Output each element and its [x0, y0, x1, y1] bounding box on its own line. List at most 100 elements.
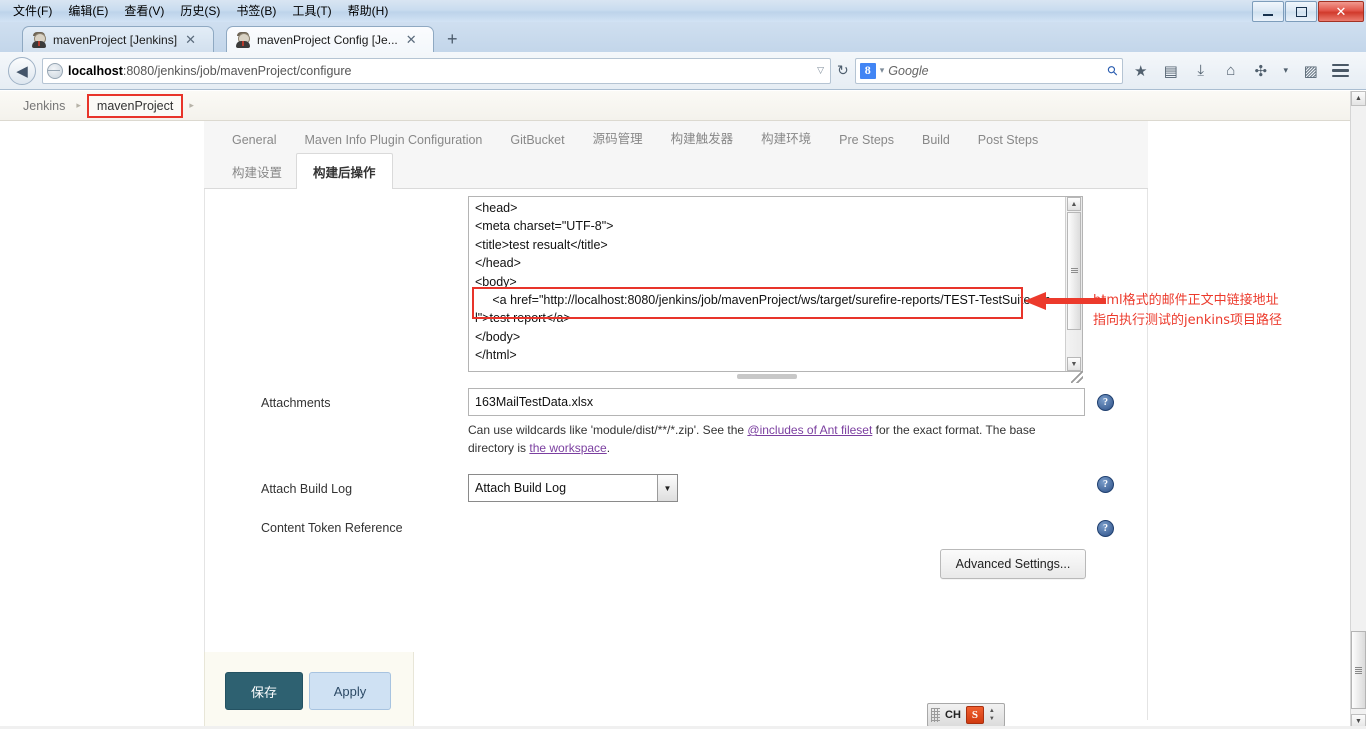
menu-edit[interactable]: 编辑(E) — [61, 1, 115, 21]
attachments-label: Attachments — [261, 396, 331, 410]
menu-bookmarks[interactable]: 书签(B) — [229, 1, 283, 21]
browser-tab-1[interactable]: mavenProject [Jenkins] ✕ — [22, 26, 214, 52]
minimize-icon — [1263, 13, 1273, 16]
editor-scroll-down-icon[interactable]: ▼ — [1067, 357, 1081, 371]
minimize-button[interactable] — [1252, 1, 1284, 22]
window-title-bar: 文件(F) 编辑(E) 查看(V) 历史(S) 书签(B) 工具(T) 帮助(H… — [0, 0, 1366, 23]
reload-icon[interactable]: ↻ — [837, 62, 849, 79]
browser-menu-icon[interactable] — [1329, 59, 1353, 83]
config-tab-row-1: General Maven Info Plugin Configuration … — [204, 121, 1148, 155]
reading-list-icon[interactable]: ▤ — [1159, 59, 1183, 83]
extension-icon[interactable]: ✣ — [1249, 59, 1273, 83]
breadcrumb-item-jenkins[interactable]: Jenkins — [18, 97, 70, 115]
browser-navigation-toolbar: ◀ localhost:8080/jenkins/job/mavenProjec… — [0, 52, 1366, 90]
editor-horizontal-scrollbar[interactable] — [469, 372, 1082, 381]
attachments-input[interactable]: 163MailTestData.xlsx — [468, 388, 1085, 416]
search-engine-caret-icon[interactable]: ▾ — [880, 65, 885, 76]
url-path: :8080/jenkins/job/mavenProject/configure — [122, 63, 352, 78]
back-arrow-icon: ◀ — [16, 62, 28, 80]
attach-build-log-help-icon[interactable]: ? — [1097, 476, 1114, 493]
ime-expand-arrows[interactable]: ▲ ▼ — [989, 708, 995, 722]
close-window-button[interactable]: ✕ — [1318, 1, 1364, 22]
editor-resize-grip[interactable] — [1071, 371, 1083, 383]
tab-build-environment[interactable]: 构建环境 — [747, 121, 825, 155]
new-tab-button[interactable]: + — [447, 30, 458, 48]
address-dropdown-icon[interactable]: ▽ — [817, 65, 824, 76]
menu-help[interactable]: 帮助(H) — [341, 1, 396, 21]
browser-tab-2-close-icon[interactable]: ✕ — [404, 33, 419, 46]
ime-toolbar[interactable]: CH S ▲ ▼ — [927, 703, 1005, 727]
attach-build-log-select[interactable]: Attach Build Log ▼ — [468, 474, 678, 502]
apply-button[interactable]: Apply — [309, 672, 391, 710]
browser-tab-2[interactable]: mavenProject Config [Je... ✕ — [226, 26, 434, 52]
hint-part-c: . — [606, 441, 611, 455]
application-menu-bar: 文件(F) 编辑(E) 查看(V) 历史(S) 书签(B) 工具(T) 帮助(H… — [0, 0, 395, 22]
ime-drag-handle[interactable] — [931, 708, 940, 722]
editor-scroll-thumb[interactable] — [1067, 212, 1081, 330]
menu-file[interactable]: 文件(F) — [6, 1, 59, 21]
browser-tab-1-close-icon[interactable]: ✕ — [183, 33, 198, 46]
editor-scroll-up-icon[interactable]: ▲ — [1067, 197, 1081, 211]
tab-build-settings[interactable]: 构建设置 — [218, 153, 296, 189]
search-input[interactable]: Google — [888, 64, 1104, 78]
menu-tools[interactable]: 工具(T) — [285, 1, 338, 21]
bookmark-star-icon[interactable]: ★ — [1129, 59, 1153, 83]
google-engine-icon[interactable]: 8 — [859, 62, 876, 79]
extension-caret-icon[interactable]: ▾ — [1279, 59, 1293, 83]
page-scroll-thumb[interactable] — [1351, 631, 1366, 709]
advanced-settings-button[interactable]: Advanced Settings... — [940, 549, 1086, 579]
email-body-editor[interactable]: <head> <meta charset="UTF-8"> <title>tes… — [468, 196, 1083, 383]
page-scroll-up-icon[interactable]: ▲ — [1351, 91, 1366, 106]
home-icon[interactable]: ⌂ — [1219, 59, 1243, 83]
ant-fileset-link[interactable]: @includes of Ant fileset — [747, 423, 872, 437]
address-bar[interactable]: localhost:8080/jenkins/job/mavenProject/… — [42, 57, 831, 84]
menu-view[interactable]: 查看(V) — [117, 1, 171, 21]
tab-gitbucket[interactable]: GitBucket — [496, 124, 578, 155]
save-button[interactable]: 保存 — [225, 672, 303, 710]
tab-post-build-actions[interactable]: 构建后操作 — [296, 153, 393, 190]
tab-post-steps[interactable]: Post Steps — [964, 124, 1052, 155]
tab-build-triggers[interactable]: 构建触发器 — [657, 121, 748, 155]
menu-history[interactable]: 历史(S) — [173, 1, 227, 21]
content-token-reference-label: Content Token Reference — [261, 521, 403, 535]
attach-build-log-label: Attach Build Log — [261, 482, 353, 496]
maximize-button[interactable] — [1285, 1, 1317, 22]
editor-vertical-scrollbar[interactable]: ▲ ▼ — [1065, 197, 1082, 371]
tab-source-management[interactable]: 源码管理 — [579, 121, 657, 155]
search-bar[interactable]: 8 ▾ Google ⚲ — [854, 57, 1123, 84]
post-build-form: <head> <meta charset="UTF-8"> <title>tes… — [204, 189, 1148, 720]
chevron-down-icon[interactable]: ▼ — [657, 475, 677, 501]
content-token-help-icon[interactable]: ? — [1097, 520, 1114, 537]
breadcrumb-item-mavenproject[interactable]: mavenProject — [86, 93, 184, 118]
ime-arrow-up-icon: ▲ — [988, 708, 995, 714]
breadcrumb-separator-icon[interactable]: ▸ — [187, 100, 196, 111]
downloads-icon[interactable]: ⤓ — [1189, 59, 1213, 83]
address-bar-text: localhost:8080/jenkins/job/mavenProject/… — [68, 64, 812, 78]
annotation-line-2: 指向执行测试的jenkins项目路径 — [1093, 313, 1283, 328]
tab-maven-info-plugin-configuration[interactable]: Maven Info Plugin Configuration — [290, 124, 496, 155]
ime-language-label[interactable]: CH — [945, 709, 961, 721]
breadcrumb: Jenkins ▸ mavenProject ▸ — [0, 91, 1351, 121]
breadcrumb-separator-icon: ▸ — [76, 100, 81, 110]
annotation-text: html格式的邮件正文中链接地址 指向执行测试的jenkins项目路径 — [1093, 291, 1343, 331]
config-tab-row-2: 构建设置 构建后操作 — [204, 153, 1148, 190]
email-body-editor-text[interactable]: <head> <meta charset="UTF-8"> <title>tes… — [475, 199, 1057, 365]
page-scrollbar[interactable]: ▲ ▼ — [1350, 91, 1366, 729]
back-button[interactable]: ◀ — [8, 56, 36, 85]
sogou-ime-icon[interactable]: S — [965, 706, 984, 724]
editor-hscroll-thumb[interactable] — [737, 374, 797, 379]
maximize-icon — [1295, 6, 1307, 17]
url-host: localhost — [68, 63, 123, 78]
tab-build[interactable]: Build — [908, 124, 964, 155]
browser-tab-2-title: mavenProject Config [Je... — [257, 32, 398, 47]
search-icon[interactable]: ⚲ — [1104, 61, 1122, 79]
ime-arrow-down-icon: ▼ — [988, 716, 995, 722]
notes-icon[interactable]: ▨ — [1299, 59, 1323, 83]
workspace-link[interactable]: the workspace — [529, 441, 606, 455]
attachments-help-icon[interactable]: ? — [1097, 394, 1114, 411]
hint-part-a: Can use wildcards like 'module/dist/**/*… — [468, 423, 748, 437]
tab-pre-steps[interactable]: Pre Steps — [825, 124, 908, 155]
attachments-hint: Can use wildcards like 'module/dist/**/*… — [468, 421, 1068, 457]
tab-general[interactable]: General — [218, 124, 290, 155]
browser-tab-strip: mavenProject [Jenkins] ✕ mavenProject Co… — [0, 22, 1366, 52]
